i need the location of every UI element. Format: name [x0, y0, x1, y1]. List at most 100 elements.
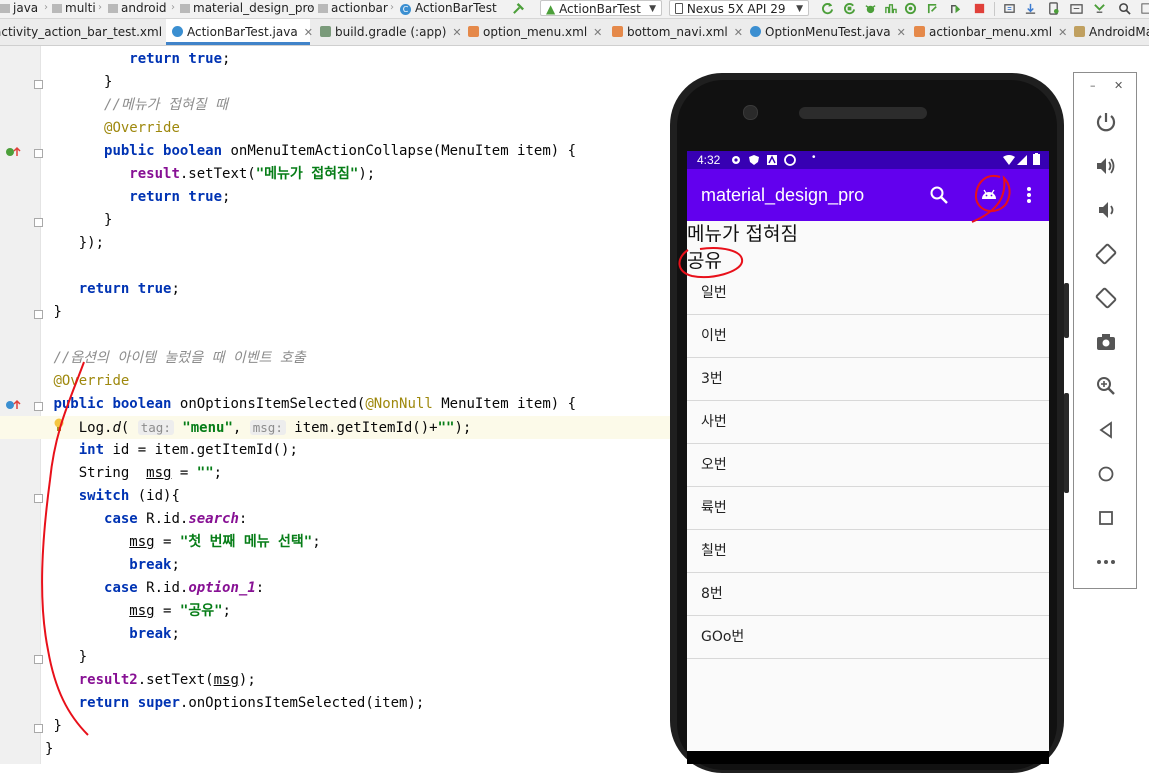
stop-icon[interactable]: [973, 2, 986, 15]
breadcrumb-item[interactable]: C ActionBarTest: [400, 1, 497, 15]
tab-actionbartest-java[interactable]: ActionBarTest.java ✕: [166, 19, 313, 45]
rotate-left-icon[interactable]: [1094, 242, 1118, 266]
debug-icon[interactable]: [864, 2, 877, 15]
breadcrumb-label: android: [121, 1, 167, 15]
editor-tab-bar: activity_action_bar_test.xml✕ ActionBarT…: [0, 19, 1149, 46]
breadcrumb-label: multi: [65, 1, 96, 15]
list-item[interactable]: GOo번: [687, 616, 1049, 659]
list-item[interactable]: 3번: [687, 358, 1049, 401]
device-dropdown[interactable]: Nexus 5X API 29 ▼: [669, 0, 809, 16]
close-icon[interactable]: ✕: [593, 26, 602, 39]
run-tests-icon[interactable]: [949, 2, 962, 15]
code-line: });: [78, 235, 105, 251]
list-item[interactable]: 8번: [687, 573, 1049, 616]
search-everywhere-icon[interactable]: [1118, 2, 1131, 15]
code-line: //옵션의 아이템 눌렀을 때 이벤트 호출: [53, 350, 306, 366]
android-icon[interactable]: [979, 187, 999, 201]
code-line: }: [78, 649, 88, 665]
apply-changes-icon[interactable]: [843, 2, 856, 15]
device-file-icon[interactable]: [1070, 2, 1083, 15]
back-icon[interactable]: [1094, 418, 1118, 442]
tab-label: actionbar_menu.xml: [929, 25, 1053, 39]
breadcrumb-item[interactable]: multi: [52, 1, 96, 15]
tab-build-gradle[interactable]: build.gradle (:app) ✕: [314, 19, 462, 45]
code-line: Log.d( tag: "menu", msg: item.getItemId(…: [78, 420, 472, 436]
sdk-manager-icon[interactable]: [1024, 2, 1037, 15]
code-line: switch (id){: [78, 488, 180, 504]
run-config-dropdown[interactable]: ▲ ActionBarTest ▼: [540, 0, 662, 16]
volume-down-icon[interactable]: [1094, 198, 1118, 222]
tab-label: bottom_navi.xml: [627, 25, 728, 39]
battery-icon: [1033, 153, 1040, 165]
fold-marker[interactable]: [34, 310, 43, 319]
class-icon: C: [400, 4, 411, 15]
fold-marker[interactable]: [34, 80, 43, 89]
close-icon[interactable]: ✕: [1058, 26, 1067, 39]
overrides-icon[interactable]: [5, 146, 21, 158]
code-line: msg = "공유";: [129, 603, 231, 619]
list-item[interactable]: 칠번: [687, 530, 1049, 573]
fold-marker[interactable]: [34, 494, 43, 503]
rerun-icon[interactable]: [821, 2, 834, 15]
fold-marker[interactable]: [34, 149, 43, 158]
profile-icon[interactable]: [884, 2, 897, 15]
zoom-icon[interactable]: [1094, 374, 1118, 398]
chevron-down-icon: ▼: [649, 4, 656, 14]
power-icon[interactable]: [1094, 110, 1118, 134]
breadcrumb-item[interactable]: material_design_pro: [180, 1, 315, 15]
avd-manager-icon[interactable]: [1047, 2, 1060, 15]
parameter-hint: msg:: [249, 420, 286, 435]
attach-debugger-icon[interactable]: [904, 2, 917, 15]
code-line: }: [53, 304, 62, 320]
overview-icon[interactable]: [1094, 506, 1118, 530]
close-icon[interactable]: ✕: [897, 26, 906, 39]
more-options-icon[interactable]: [1094, 550, 1118, 574]
list-item[interactable]: 일번: [687, 272, 1049, 315]
close-icon[interactable]: ✕: [452, 26, 461, 39]
list-item[interactable]: 륙번: [687, 487, 1049, 530]
close-icon[interactable]: ✕: [1114, 79, 1123, 92]
device-screen[interactable]: 4:32 • material_design_pro 메뉴가 접혀짐 공유 일번…: [687, 151, 1049, 764]
close-icon[interactable]: ✕: [304, 26, 313, 39]
settings-gear-icon: [732, 156, 740, 164]
fold-marker[interactable]: [34, 724, 43, 733]
overflow-menu-icon[interactable]: [1025, 185, 1033, 205]
data-saver-icon: [784, 154, 796, 166]
code-line: return super.onOptionsItemSelected(item)…: [78, 695, 425, 711]
close-icon[interactable]: ✕: [734, 26, 743, 39]
overrides-icon[interactable]: [5, 399, 21, 411]
tab-androidmanifest[interactable]: AndroidMa: [1068, 19, 1149, 45]
coverage-icon[interactable]: [926, 2, 939, 15]
code-line: String msg = "";: [78, 465, 223, 481]
search-icon[interactable]: [929, 185, 949, 205]
manifest-icon: [1074, 26, 1085, 37]
list-item[interactable]: 오번: [687, 444, 1049, 487]
home-icon[interactable]: [1094, 462, 1118, 486]
layout-inspector-icon[interactable]: [1093, 2, 1106, 15]
hammer-icon[interactable]: [512, 2, 525, 15]
tab-bottom-navi-xml[interactable]: bottom_navi.xml ✕: [606, 19, 743, 45]
code-line: result2.setText(msg);: [78, 672, 256, 688]
sync-gradle-icon[interactable]: [1003, 2, 1016, 15]
breadcrumb-item[interactable]: actionbar: [318, 1, 388, 15]
camera-icon[interactable]: [1094, 330, 1118, 354]
list-item[interactable]: 이번: [687, 315, 1049, 358]
tab-activity-action-bar-test-xml[interactable]: activity_action_bar_test.xml✕: [0, 19, 177, 45]
shield-icon: [749, 155, 759, 165]
breadcrumb-item[interactable]: java: [0, 1, 38, 15]
list-item[interactable]: 사번: [687, 401, 1049, 444]
tab-actionbar-menu-xml[interactable]: actionbar_menu.xml ✕: [908, 19, 1067, 45]
tab-optionmenutest-java[interactable]: OptionMenuTest.java ✕: [744, 19, 906, 45]
code-editor[interactable]: return true; } //메뉴가 접혀질 때 @Override pub…: [0, 46, 670, 764]
fold-marker[interactable]: [34, 402, 43, 411]
tab-option-menu-xml[interactable]: option_menu.xml ✕: [462, 19, 602, 45]
breadcrumb-item[interactable]: android: [108, 1, 167, 15]
rotate-right-icon[interactable]: [1094, 286, 1118, 310]
fold-marker[interactable]: [34, 655, 43, 664]
fold-marker[interactable]: [34, 218, 43, 227]
minimize-icon[interactable]: –: [1090, 79, 1096, 92]
settings-icon[interactable]: [1140, 2, 1149, 15]
code-line: }: [104, 212, 113, 228]
code-line: return true;: [129, 51, 231, 67]
volume-up-icon[interactable]: [1094, 154, 1118, 178]
